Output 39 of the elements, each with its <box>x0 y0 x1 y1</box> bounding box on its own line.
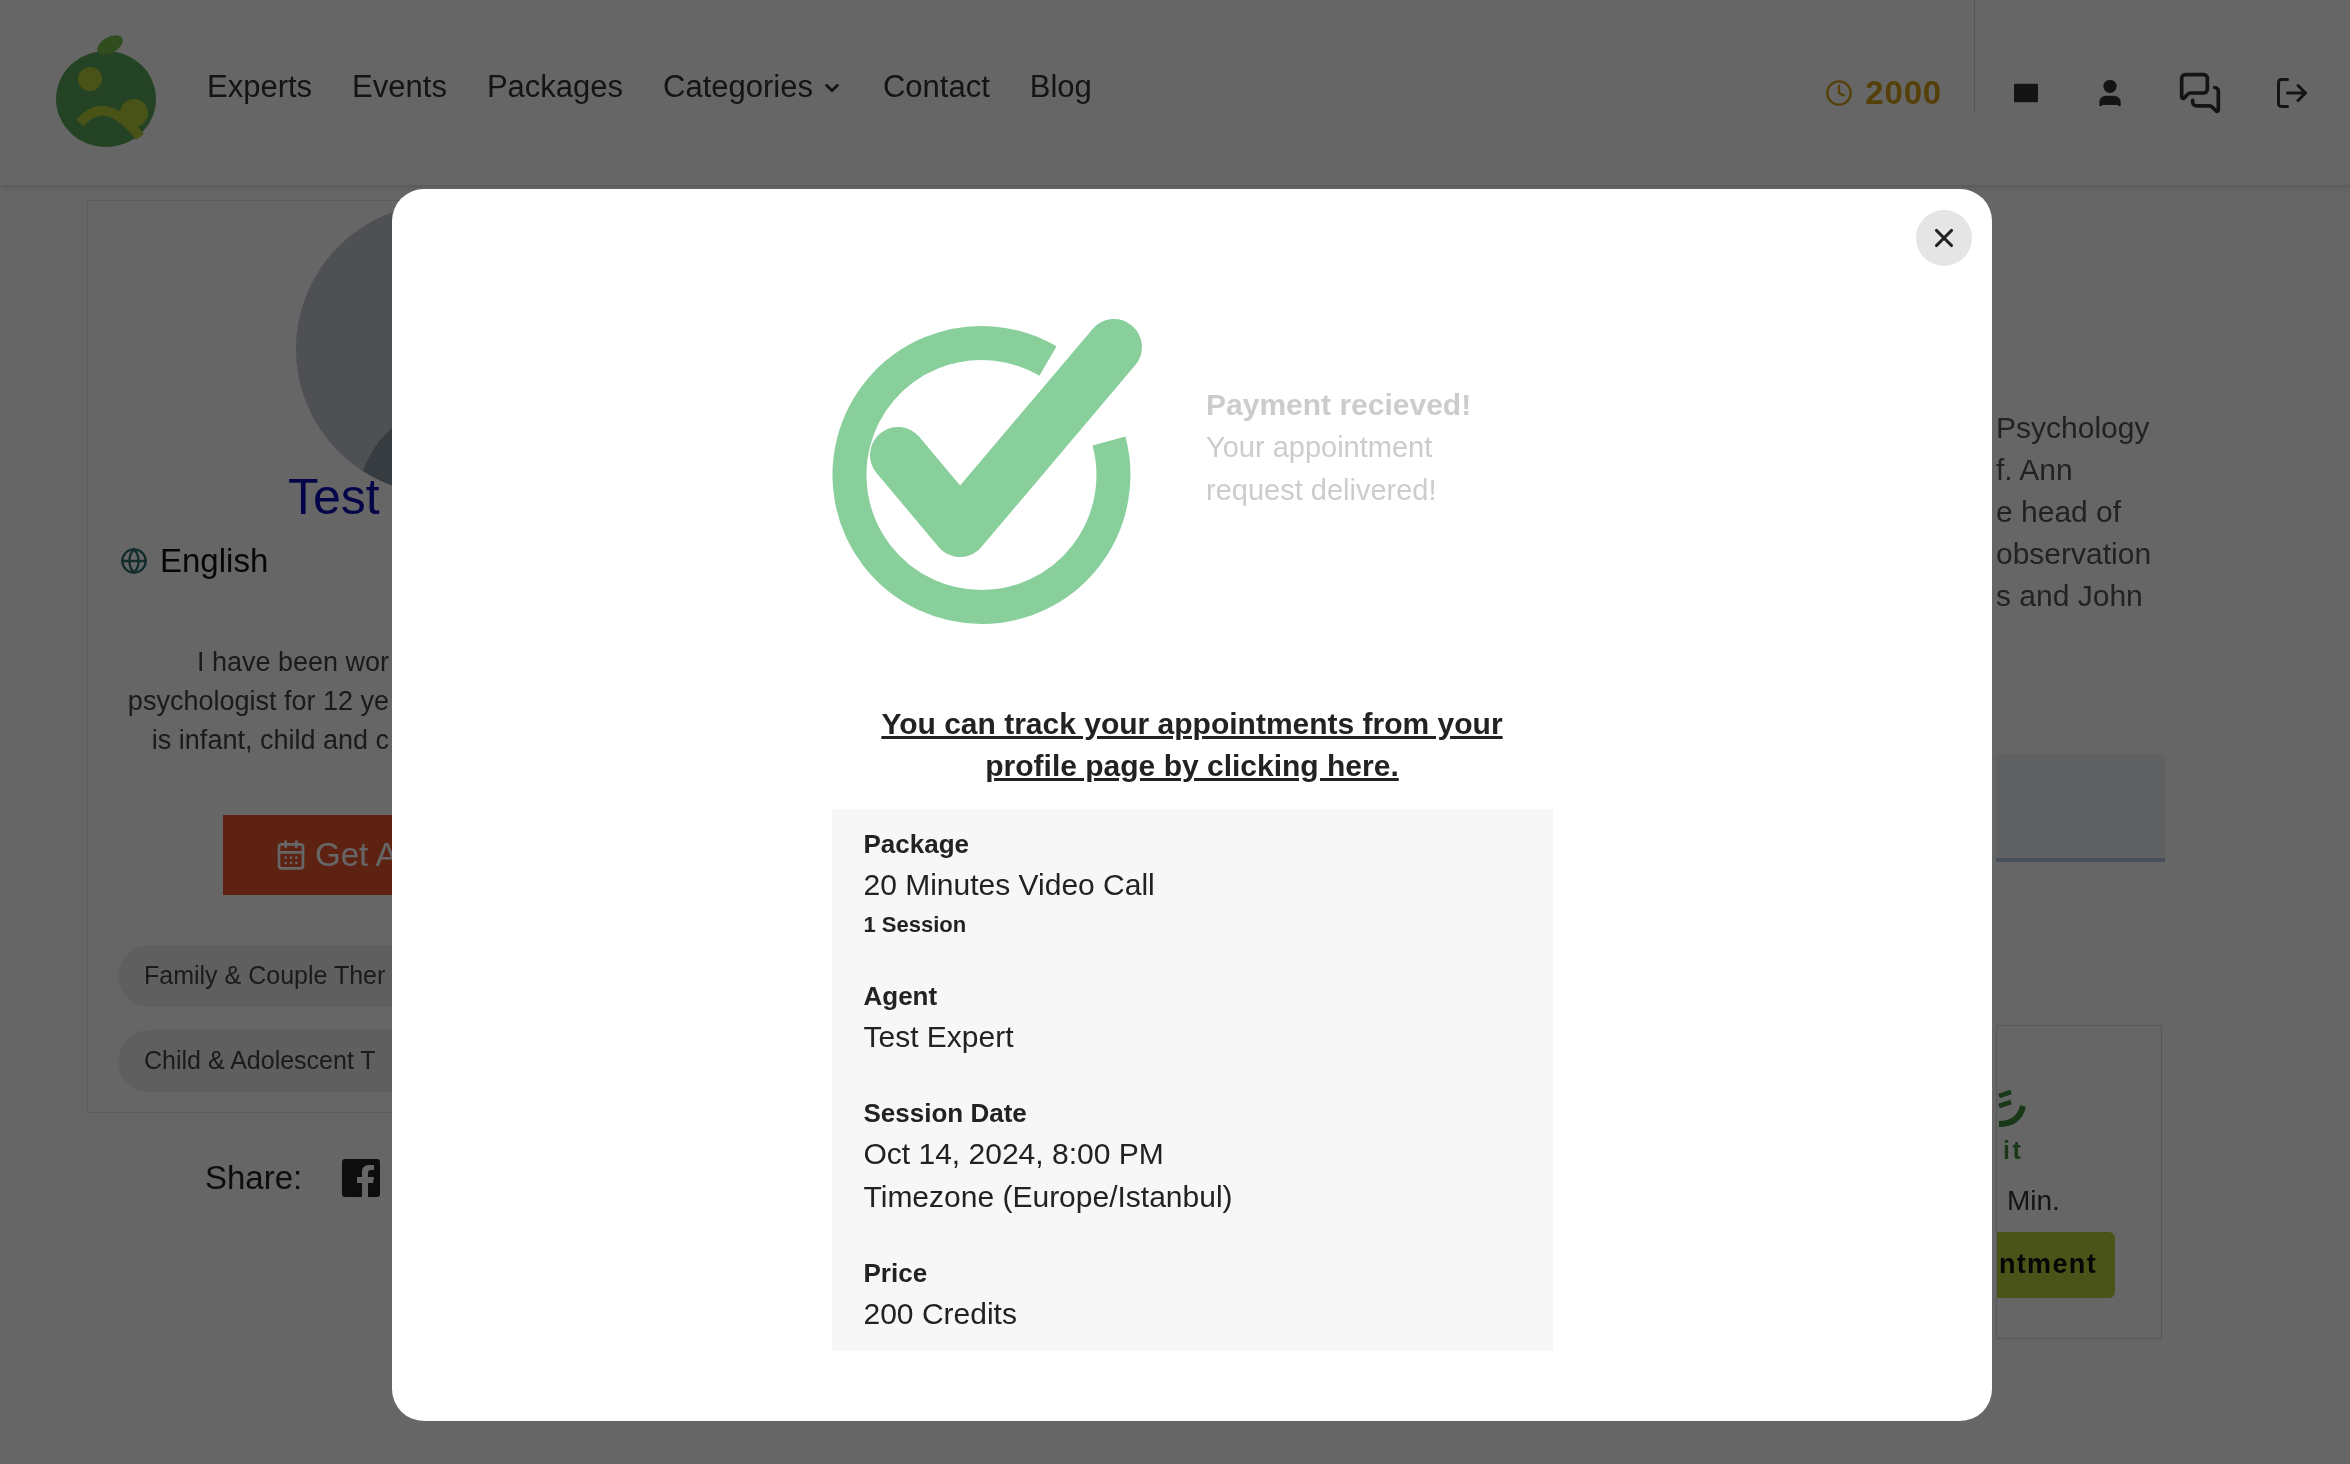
nav-link[interactable]: Blog <box>1029 64 1092 111</box>
about-text: f. Ann <box>1996 452 2074 488</box>
bio-text: is infant, child and c <box>151 723 389 757</box>
bio-text: I have been wor <box>196 645 389 679</box>
share-label: Share: <box>205 1158 303 1198</box>
globe-icon <box>120 546 148 575</box>
bio-text: psychologist for 12 ye <box>127 684 389 718</box>
facebook-icon[interactable] <box>342 1158 381 1197</box>
credit-balance: 2000 <box>1865 72 1942 113</box>
nav-link[interactable]: Experts <box>207 64 313 111</box>
about-text: s and John <box>1996 578 2144 614</box>
detail-value: 20 Minutes Video Call <box>863 867 1156 903</box>
nav-link[interactable]: Contact <box>882 64 990 111</box>
about-text: observation <box>1996 536 2153 572</box>
about-text: Psychology <box>1996 410 2151 446</box>
expert-name: Test <box>288 472 381 522</box>
detail-label: Price <box>863 1257 929 1290</box>
detail-label: Package <box>863 828 971 861</box>
detail-value: Timezone (Europe/Istanbul) <box>863 1179 1234 1215</box>
appointment-button[interactable]: ntment <box>1997 1231 2115 1298</box>
about-text: e head of <box>1996 494 2123 530</box>
duration-text: Min. <box>2007 1183 2060 1218</box>
detail-label: Session Date <box>863 1097 1028 1130</box>
close-button[interactable] <box>1916 210 1972 266</box>
calendar-icon <box>275 838 307 871</box>
detail-note: 1 Session <box>863 911 968 939</box>
detail-label: Agent <box>863 980 939 1013</box>
detail-value: Oct 14, 2024, 8:00 PM <box>863 1136 1165 1172</box>
nav-dropdown[interactable]: Categories <box>663 64 843 111</box>
category-tag[interactable]: Family & Couple Ther <box>118 944 392 1007</box>
nav-link[interactable]: Packages <box>486 64 624 111</box>
chat-icon[interactable] <box>2178 70 2222 115</box>
category-tag[interactable]: Child & Adolescent T <box>118 1029 392 1092</box>
language-label: English <box>160 541 269 581</box>
nav-link[interactable]: Events <box>352 64 447 111</box>
unit-label: it <box>2002 1135 2024 1166</box>
detail-value: Test Expert <box>863 1019 1015 1055</box>
detail-value: 200 Credits <box>863 1296 1018 1332</box>
profile-link[interactable]: You can track your appointments from your profile page by clicking here. <box>842 703 1542 787</box>
